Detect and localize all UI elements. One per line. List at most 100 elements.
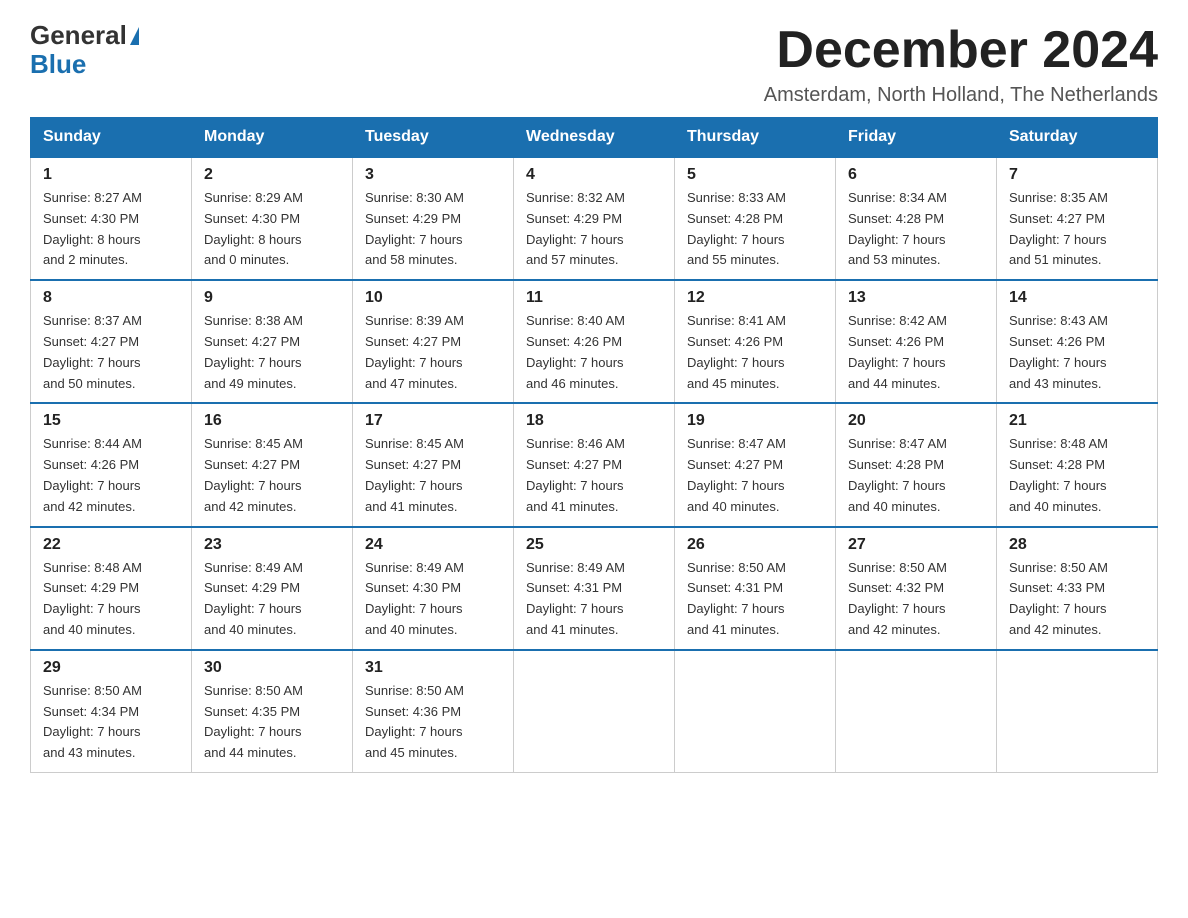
calendar-cell: 24 Sunrise: 8:49 AMSunset: 4:30 PMDaylig… xyxy=(353,527,514,650)
day-info: Sunrise: 8:35 AMSunset: 4:27 PMDaylight:… xyxy=(1009,188,1145,271)
calendar-cell: 20 Sunrise: 8:47 AMSunset: 4:28 PMDaylig… xyxy=(836,403,997,526)
day-info: Sunrise: 8:27 AMSunset: 4:30 PMDaylight:… xyxy=(43,188,179,271)
day-number: 12 xyxy=(687,289,823,307)
day-info: Sunrise: 8:50 AMSunset: 4:32 PMDaylight:… xyxy=(848,558,984,641)
calendar-cell: 5 Sunrise: 8:33 AMSunset: 4:28 PMDayligh… xyxy=(675,157,836,280)
day-info: Sunrise: 8:50 AMSunset: 4:36 PMDaylight:… xyxy=(365,681,501,764)
day-number: 4 xyxy=(526,166,662,184)
calendar-cell: 31 Sunrise: 8:50 AMSunset: 4:36 PMDaylig… xyxy=(353,650,514,773)
day-number: 7 xyxy=(1009,166,1145,184)
day-header-wednesday: Wednesday xyxy=(514,118,675,158)
day-info: Sunrise: 8:49 AMSunset: 4:29 PMDaylight:… xyxy=(204,558,340,641)
day-number: 10 xyxy=(365,289,501,307)
day-number: 23 xyxy=(204,536,340,554)
day-info: Sunrise: 8:30 AMSunset: 4:29 PMDaylight:… xyxy=(365,188,501,271)
day-number: 30 xyxy=(204,659,340,677)
day-info: Sunrise: 8:40 AMSunset: 4:26 PMDaylight:… xyxy=(526,311,662,394)
day-info: Sunrise: 8:50 AMSunset: 4:34 PMDaylight:… xyxy=(43,681,179,764)
day-number: 16 xyxy=(204,412,340,430)
day-number: 17 xyxy=(365,412,501,430)
day-info: Sunrise: 8:47 AMSunset: 4:28 PMDaylight:… xyxy=(848,434,984,517)
day-number: 19 xyxy=(687,412,823,430)
calendar-cell: 10 Sunrise: 8:39 AMSunset: 4:27 PMDaylig… xyxy=(353,280,514,403)
calendar-cell: 7 Sunrise: 8:35 AMSunset: 4:27 PMDayligh… xyxy=(997,157,1158,280)
calendar-cell: 30 Sunrise: 8:50 AMSunset: 4:35 PMDaylig… xyxy=(192,650,353,773)
day-number: 31 xyxy=(365,659,501,677)
day-info: Sunrise: 8:48 AMSunset: 4:29 PMDaylight:… xyxy=(43,558,179,641)
calendar-cell: 28 Sunrise: 8:50 AMSunset: 4:33 PMDaylig… xyxy=(997,527,1158,650)
day-info: Sunrise: 8:44 AMSunset: 4:26 PMDaylight:… xyxy=(43,434,179,517)
logo-general-text: General xyxy=(30,20,127,51)
calendar-cell: 13 Sunrise: 8:42 AMSunset: 4:26 PMDaylig… xyxy=(836,280,997,403)
day-info: Sunrise: 8:32 AMSunset: 4:29 PMDaylight:… xyxy=(526,188,662,271)
day-number: 14 xyxy=(1009,289,1145,307)
day-number: 13 xyxy=(848,289,984,307)
calendar-cell: 3 Sunrise: 8:30 AMSunset: 4:29 PMDayligh… xyxy=(353,157,514,280)
calendar-week-row: 8 Sunrise: 8:37 AMSunset: 4:27 PMDayligh… xyxy=(31,280,1158,403)
day-info: Sunrise: 8:46 AMSunset: 4:27 PMDaylight:… xyxy=(526,434,662,517)
calendar-cell xyxy=(514,650,675,773)
day-number: 25 xyxy=(526,536,662,554)
day-info: Sunrise: 8:45 AMSunset: 4:27 PMDaylight:… xyxy=(365,434,501,517)
calendar-cell: 22 Sunrise: 8:48 AMSunset: 4:29 PMDaylig… xyxy=(31,527,192,650)
calendar-table: SundayMondayTuesdayWednesdayThursdayFrid… xyxy=(30,117,1158,773)
day-info: Sunrise: 8:50 AMSunset: 4:35 PMDaylight:… xyxy=(204,681,340,764)
day-number: 6 xyxy=(848,166,984,184)
day-number: 5 xyxy=(687,166,823,184)
day-info: Sunrise: 8:43 AMSunset: 4:26 PMDaylight:… xyxy=(1009,311,1145,394)
logo-triangle-icon xyxy=(130,27,139,45)
calendar-header-row: SundayMondayTuesdayWednesdayThursdayFrid… xyxy=(31,118,1158,158)
calendar-cell: 15 Sunrise: 8:44 AMSunset: 4:26 PMDaylig… xyxy=(31,403,192,526)
day-number: 9 xyxy=(204,289,340,307)
calendar-cell: 1 Sunrise: 8:27 AMSunset: 4:30 PMDayligh… xyxy=(31,157,192,280)
day-info: Sunrise: 8:45 AMSunset: 4:27 PMDaylight:… xyxy=(204,434,340,517)
day-info: Sunrise: 8:49 AMSunset: 4:30 PMDaylight:… xyxy=(365,558,501,641)
calendar-week-row: 29 Sunrise: 8:50 AMSunset: 4:34 PMDaylig… xyxy=(31,650,1158,773)
day-info: Sunrise: 8:48 AMSunset: 4:28 PMDaylight:… xyxy=(1009,434,1145,517)
calendar-cell: 29 Sunrise: 8:50 AMSunset: 4:34 PMDaylig… xyxy=(31,650,192,773)
day-info: Sunrise: 8:47 AMSunset: 4:27 PMDaylight:… xyxy=(687,434,823,517)
calendar-cell: 21 Sunrise: 8:48 AMSunset: 4:28 PMDaylig… xyxy=(997,403,1158,526)
calendar-cell: 4 Sunrise: 8:32 AMSunset: 4:29 PMDayligh… xyxy=(514,157,675,280)
calendar-cell: 27 Sunrise: 8:50 AMSunset: 4:32 PMDaylig… xyxy=(836,527,997,650)
day-header-sunday: Sunday xyxy=(31,118,192,158)
day-number: 21 xyxy=(1009,412,1145,430)
day-info: Sunrise: 8:38 AMSunset: 4:27 PMDaylight:… xyxy=(204,311,340,394)
day-number: 8 xyxy=(43,289,179,307)
calendar-week-row: 22 Sunrise: 8:48 AMSunset: 4:29 PMDaylig… xyxy=(31,527,1158,650)
day-info: Sunrise: 8:29 AMSunset: 4:30 PMDaylight:… xyxy=(204,188,340,271)
day-info: Sunrise: 8:49 AMSunset: 4:31 PMDaylight:… xyxy=(526,558,662,641)
calendar-cell: 8 Sunrise: 8:37 AMSunset: 4:27 PMDayligh… xyxy=(31,280,192,403)
day-header-thursday: Thursday xyxy=(675,118,836,158)
logo-blue-text: Blue xyxy=(30,49,139,80)
day-info: Sunrise: 8:39 AMSunset: 4:27 PMDaylight:… xyxy=(365,311,501,394)
day-info: Sunrise: 8:37 AMSunset: 4:27 PMDaylight:… xyxy=(43,311,179,394)
day-number: 18 xyxy=(526,412,662,430)
day-number: 28 xyxy=(1009,536,1145,554)
day-info: Sunrise: 8:33 AMSunset: 4:28 PMDaylight:… xyxy=(687,188,823,271)
page-header: General Blue December 2024 Amsterdam, No… xyxy=(30,20,1158,107)
calendar-cell: 18 Sunrise: 8:46 AMSunset: 4:27 PMDaylig… xyxy=(514,403,675,526)
title-area: December 2024 Amsterdam, North Holland, … xyxy=(764,20,1158,107)
location-subtitle: Amsterdam, North Holland, The Netherland… xyxy=(764,84,1158,107)
day-header-saturday: Saturday xyxy=(997,118,1158,158)
calendar-cell xyxy=(836,650,997,773)
month-title: December 2024 xyxy=(764,20,1158,80)
day-number: 3 xyxy=(365,166,501,184)
day-number: 20 xyxy=(848,412,984,430)
calendar-cell: 11 Sunrise: 8:40 AMSunset: 4:26 PMDaylig… xyxy=(514,280,675,403)
calendar-cell: 26 Sunrise: 8:50 AMSunset: 4:31 PMDaylig… xyxy=(675,527,836,650)
day-number: 2 xyxy=(204,166,340,184)
calendar-cell: 6 Sunrise: 8:34 AMSunset: 4:28 PMDayligh… xyxy=(836,157,997,280)
day-header-tuesday: Tuesday xyxy=(353,118,514,158)
calendar-cell: 9 Sunrise: 8:38 AMSunset: 4:27 PMDayligh… xyxy=(192,280,353,403)
day-number: 22 xyxy=(43,536,179,554)
day-info: Sunrise: 8:41 AMSunset: 4:26 PMDaylight:… xyxy=(687,311,823,394)
day-number: 26 xyxy=(687,536,823,554)
day-number: 27 xyxy=(848,536,984,554)
calendar-week-row: 1 Sunrise: 8:27 AMSunset: 4:30 PMDayligh… xyxy=(31,157,1158,280)
logo: General Blue xyxy=(30,20,139,80)
day-info: Sunrise: 8:50 AMSunset: 4:33 PMDaylight:… xyxy=(1009,558,1145,641)
calendar-cell: 19 Sunrise: 8:47 AMSunset: 4:27 PMDaylig… xyxy=(675,403,836,526)
day-info: Sunrise: 8:50 AMSunset: 4:31 PMDaylight:… xyxy=(687,558,823,641)
